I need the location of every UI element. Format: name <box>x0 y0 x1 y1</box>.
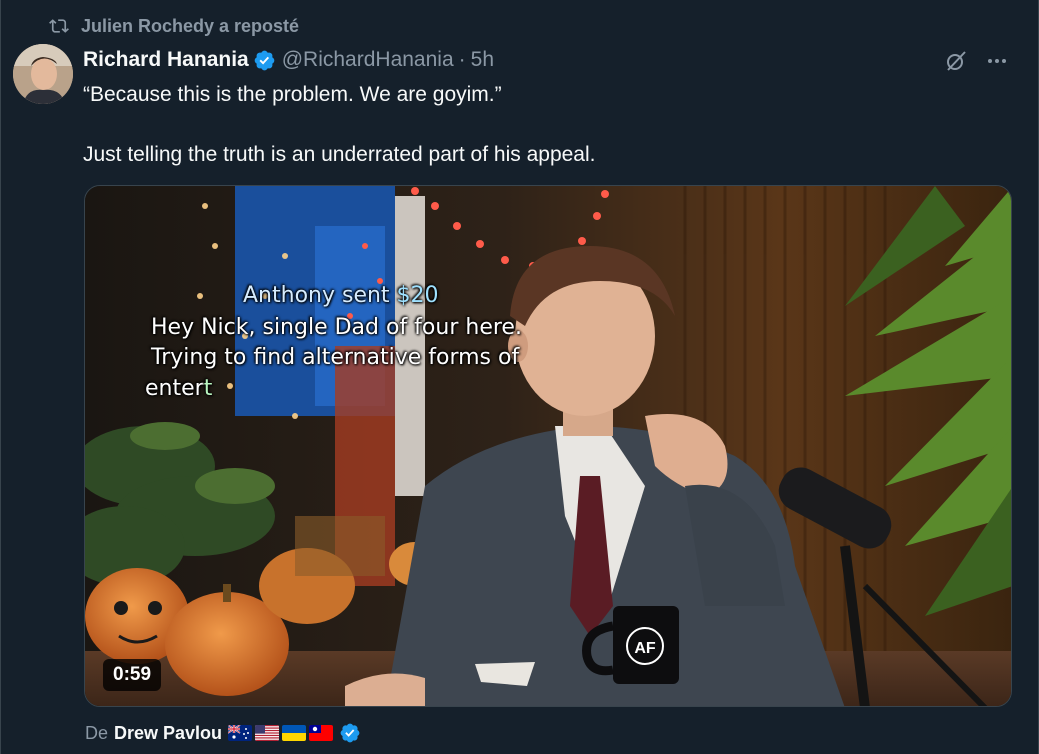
avatar[interactable] <box>13 44 73 104</box>
grok-icon <box>947 51 966 71</box>
ukraine-flag-icon <box>282 725 307 741</box>
superchat-sender: Anthony sent $20 <box>243 281 439 311</box>
repost-icon <box>49 19 69 33</box>
tweet-header: Richard Hanania @RichardHanania · 5h <box>83 46 494 74</box>
usa-flag-icon <box>255 725 280 741</box>
superchat-message-text: t <box>203 376 213 401</box>
attribution-name[interactable]: Drew Pavlou <box>114 723 222 744</box>
superchat-message-line: Hey Nick, single Dad of four here. <box>151 315 522 340</box>
grok-button[interactable] <box>941 46 971 76</box>
tweet-text-line: Just telling the truth is an underrated … <box>83 143 596 166</box>
superchat-amount: $20 <box>396 283 439 308</box>
author-handle[interactable]: @RichardHanania <box>282 48 454 72</box>
tweet-card[interactable]: Julien Rochedy a reposté Richard Hanania… <box>0 0 1039 754</box>
superchat-message-line: Trying to find alternative forms of <box>151 345 520 370</box>
video-player[interactable]: AF Anthony sent $20 Hey Nick, single Dad… <box>84 185 1012 707</box>
tweet-text: “Because this is the problem. We are goy… <box>83 80 1003 170</box>
tweet-text-line: “Because this is the problem. We are goy… <box>83 83 502 106</box>
mug-logo: AF <box>634 640 656 657</box>
attribution-prefix: De <box>85 722 109 743</box>
more-button[interactable] <box>981 46 1013 76</box>
social-context-label: Julien Rochedy a reposté <box>81 15 300 36</box>
australia-flag-icon <box>228 725 253 741</box>
separator-dot: · <box>458 48 466 71</box>
video-duration: 0:59 <box>103 659 162 691</box>
flag-list <box>228 725 334 741</box>
author-name[interactable]: Richard Hanania <box>83 48 249 72</box>
video-attribution[interactable]: De Drew Pavlou <box>85 720 361 746</box>
superchat-message-text: enter <box>145 376 204 401</box>
social-context[interactable]: Julien Rochedy a reposté <box>49 14 299 38</box>
taiwan-flag-icon <box>309 725 334 741</box>
superchat-message-line: entert <box>145 374 212 404</box>
superchat-sender-name: Anthony sent <box>243 283 397 308</box>
avatar-image <box>13 44 73 104</box>
post-time[interactable]: 5h <box>471 48 494 72</box>
verified-badge-icon[interactable] <box>339 722 361 744</box>
more-icon <box>988 59 1006 63</box>
verified-badge-icon[interactable] <box>253 49 276 72</box>
video-frame: AF <box>85 186 1011 706</box>
